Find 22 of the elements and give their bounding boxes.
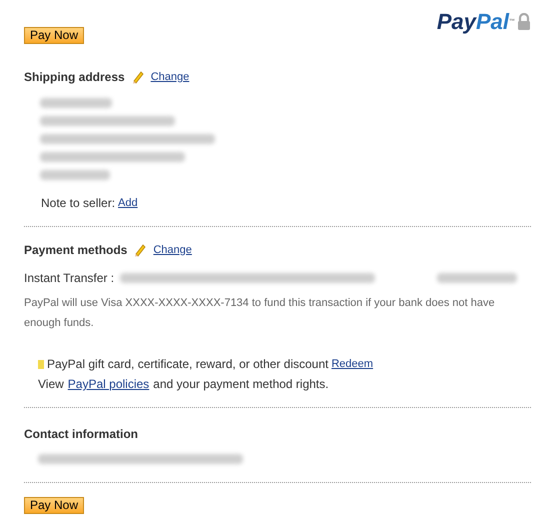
redeem-link[interactable]: Redeem — [331, 356, 374, 372]
bullet-icon — [38, 360, 44, 368]
pay-now-button[interactable]: Pay Now — [24, 497, 84, 514]
section-title: Payment methods — [24, 242, 128, 259]
add-link[interactable]: Add — [118, 194, 138, 212]
lock-icon — [517, 13, 531, 30]
pay-now-button[interactable]: Pay Now — [24, 27, 84, 44]
backup-funding-note: PayPal will use Visa XXXX-XXXX-XXXX-7134 to fund this transaction if your bank does not have enough funds. — [23, 296, 496, 331]
policy-text: and your payment method rights. — [153, 376, 329, 393]
change-link[interactable]: Change — [153, 242, 192, 258]
change-link[interactable]: Change — [150, 68, 190, 86]
policies-link[interactable]: PayPal policies — [68, 375, 150, 393]
policy-text: View — [38, 376, 64, 393]
section-title: Contact information — [24, 427, 138, 441]
pencil-icon — [133, 243, 148, 257]
redacted-text — [40, 170, 110, 180]
note-label: Note to seller: — [41, 195, 116, 212]
transfer-label: Instant Transfer : — [24, 270, 114, 287]
gift-card-text: PayPal gift card, certificate, reward, or other discount — [47, 356, 328, 373]
section-title: Shipping address — [24, 69, 125, 86]
redacted-text — [40, 98, 112, 108]
pencil-icon — [130, 70, 145, 84]
